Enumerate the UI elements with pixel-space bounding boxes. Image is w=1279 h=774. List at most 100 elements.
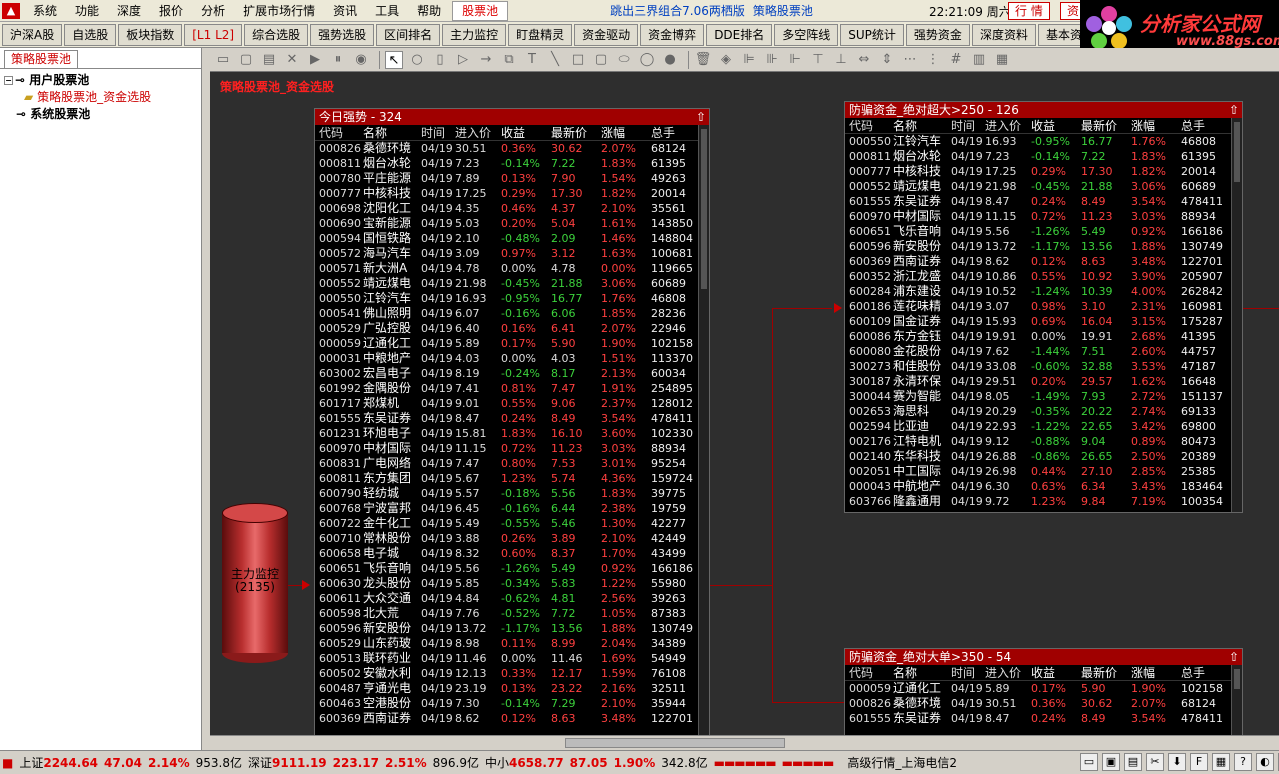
- toolbar-composite-screen[interactable]: 综合选股: [244, 23, 309, 46]
- table-row[interactable]: 600722 金牛化工 04/19 5.49 -0.55% 5.46 1.30% 42277: [315, 516, 709, 531]
- arrow-right-icon[interactable]: →: [477, 51, 495, 69]
- table-row[interactable]: 600611 大众交通 04/19 4.84 -0.62% 4.81 2.56% 39263: [315, 591, 709, 606]
- window-icon[interactable]: ▭: [1080, 753, 1098, 771]
- col-last[interactable]: 最新价: [551, 125, 601, 140]
- collapse-up-icon[interactable]: ⇧: [1229, 649, 1239, 665]
- scroll-thumb[interactable]: [565, 738, 785, 748]
- toolbar-strong-screen[interactable]: 强势选股: [310, 23, 375, 46]
- toolbar-main-monitor[interactable]: 主力监控: [442, 23, 507, 46]
- table-row[interactable]: 601555 东吴证券 04/19 8.47 0.24% 8.49 3.54% 478411: [845, 711, 1242, 726]
- vertical-scrollbar[interactable]: [1231, 118, 1242, 512]
- help-icon[interactable]: ?: [1234, 753, 1252, 771]
- dot-icon[interactable]: ●: [661, 51, 679, 69]
- table-row[interactable]: 000529 广弘控股 04/19 6.40 0.16% 6.41 2.07% 22946: [315, 321, 709, 336]
- table-row[interactable]: 600630 龙头股份 04/19 5.85 -0.34% 5.83 1.22% 55980: [315, 576, 709, 591]
- col-entry[interactable]: 进入价: [985, 118, 1031, 133]
- table-row[interactable]: 600658 电子城 04/19 8.32 0.60% 8.37 1.70% 43499: [315, 546, 709, 561]
- collapse-up-icon[interactable]: ⇧: [696, 109, 706, 125]
- table-row[interactable]: 600651 飞乐音响 04/19 5.56 -1.26% 5.49 0.92% 166186: [845, 224, 1242, 239]
- oval-icon[interactable]: ◯: [638, 51, 656, 69]
- table-row[interactable]: 600463 空港股份 04/19 7.30 -0.14% 7.29 2.10% 35944: [315, 696, 709, 711]
- toolbar-range-rank[interactable]: 区间排名: [376, 23, 441, 46]
- trash-icon[interactable]: 🗑: [694, 51, 712, 69]
- table-row[interactable]: 601555 东吴证券 04/19 8.47 0.24% 8.49 3.54% 478411: [315, 411, 709, 426]
- table-row[interactable]: 000777 中核科技 04/19 17.25 0.29% 17.30 1.82% 20014: [315, 186, 709, 201]
- delete-icon[interactable]: ✕: [283, 51, 301, 69]
- col-change[interactable]: 涨幅: [1131, 665, 1181, 680]
- table-row[interactable]: 601992 金隅股份 04/19 7.41 0.81% 7.47 1.91% 254895: [315, 381, 709, 396]
- table-row[interactable]: 600970 中材国际 04/19 11.15 0.72% 11.23 3.03% 88934: [845, 209, 1242, 224]
- table-row[interactable]: 000811 烟台冰轮 04/19 7.23 -0.14% 7.22 1.83% 61395: [845, 149, 1242, 164]
- text-icon[interactable]: T: [523, 51, 541, 69]
- table-row[interactable]: 600970 中材国际 04/19 11.15 0.72% 11.23 3.03% 88934: [315, 441, 709, 456]
- table-row[interactable]: 600790 轻纺城 04/19 5.57 -0.18% 5.56 1.83% 39775: [315, 486, 709, 501]
- panel-splitter[interactable]: [202, 48, 210, 750]
- paint-icon[interactable]: ◈: [717, 51, 735, 69]
- table-row[interactable]: 600109 国金证券 04/19 15.93 0.69% 16.04 3.15% 17528…: [845, 314, 1242, 329]
- toolbar-watch-spirit[interactable]: 盯盘精灵: [508, 23, 573, 46]
- table-row[interactable]: 000550 江铃汽车 04/19 16.93 -0.95% 16.77 1.76% 4680…: [315, 291, 709, 306]
- table-row[interactable]: 600596 新安股份 04/19 13.72 -1.17% 13.56 1.88% 1307…: [315, 621, 709, 636]
- table-row[interactable]: 601555 东吴证券 04/19 8.47 0.24% 8.49 3.54% 478411: [845, 194, 1242, 209]
- table-row[interactable]: 600831 广电网络 04/19 7.47 0.80% 7.53 3.01% 95254: [315, 456, 709, 471]
- col-last[interactable]: 最新价: [1081, 118, 1131, 133]
- table-row[interactable]: 000059 辽通化工 04/19 5.89 0.17% 5.90 1.90% 102158: [845, 681, 1242, 696]
- open-icon[interactable]: ▢: [237, 51, 255, 69]
- toolbar-strong-fund[interactable]: 强势资金: [905, 23, 970, 46]
- tree-node-system-pool[interactable]: ⊸ 系统股票池: [4, 106, 151, 123]
- stop-icon[interactable]: ◉: [352, 51, 370, 69]
- toolbar-watchlist[interactable]: 自选股: [64, 23, 117, 46]
- col-volume[interactable]: 总手: [1181, 665, 1231, 680]
- sz-name[interactable]: 深证: [248, 754, 272, 771]
- table-row[interactable]: 300187 永清环保 04/19 29.51 0.20% 29.57 1.62% 16648: [845, 374, 1242, 389]
- table-row[interactable]: 002653 海思科 04/19 20.29 -0.35% 20.22 2.74% 69133: [845, 404, 1242, 419]
- tree-node-fund-screen[interactable]: ▰ 策略股票池_资金选股: [4, 89, 151, 106]
- col-change[interactable]: 涨幅: [1131, 118, 1181, 133]
- table-row[interactable]: 000571 新大洲A 04/19 4.78 0.00% 4.78 0.00% 119665: [315, 261, 709, 276]
- align-center-icon[interactable]: ⊪: [763, 51, 781, 69]
- sidebar-tab-strategy-pool[interactable]: 策略股票池: [4, 50, 79, 68]
- palette-icon[interactable]: ◐: [1256, 753, 1274, 771]
- table-row[interactable]: 600487 亨通光电 04/19 23.19 0.13% 23.22 2.16% 32511: [315, 681, 709, 696]
- toolbar-fund-game[interactable]: 资金博弈: [640, 23, 705, 46]
- col-code[interactable]: 代码: [845, 665, 893, 680]
- window-restore-icon[interactable]: ▣: [1102, 753, 1120, 771]
- col-code[interactable]: 代码: [845, 118, 893, 133]
- align-right-icon[interactable]: ⊩: [786, 51, 804, 69]
- toolbar-long-short[interactable]: 多空阵线: [774, 23, 839, 46]
- table-row[interactable]: 000550 江铃汽车 04/19 16.93 -0.95% 16.77 1.76% 4680…: [845, 134, 1242, 149]
- rect-icon[interactable]: □: [569, 51, 587, 69]
- col-time[interactable]: 时间↓: [421, 125, 455, 140]
- table-row[interactable]: 000031 中粮地产 04/19 4.03 0.00% 4.03 1.51% 113370: [315, 351, 709, 366]
- new-icon[interactable]: ▭: [214, 51, 232, 69]
- table-row[interactable]: 300044 赛为智能 04/19 8.05 -1.49% 7.93 2.72% 151137: [845, 389, 1242, 404]
- table-row[interactable]: 002176 江特电机 04/19 9.12 -0.88% 9.04 0.89% 80473: [845, 434, 1242, 449]
- table-row[interactable]: 600369 西南证券 04/19 8.62 0.12% 8.63 3.48% 122701: [315, 711, 709, 726]
- table-row[interactable]: 600651 飞乐音响 04/19 5.56 -1.26% 5.49 0.92% 166186: [315, 561, 709, 576]
- rounded-rect-icon[interactable]: ▢: [592, 51, 610, 69]
- same-height-icon[interactable]: ⇕: [878, 51, 896, 69]
- tools-icon[interactable]: ✂: [1146, 753, 1164, 771]
- col-time[interactable]: 时间↓: [951, 665, 985, 680]
- table-row[interactable]: 002594 比亚迪 04/19 22.93 -1.22% 22.65 3.42% 69800: [845, 419, 1242, 434]
- copy-icon[interactable]: ⧉: [500, 51, 518, 69]
- table-row[interactable]: 000690 宝新能源 04/19 5.03 0.20% 5.04 1.61% 143850: [315, 216, 709, 231]
- table-row[interactable]: 300273 和佳股份 04/19 33.08 -0.60% 32.88 3.53% 4718…: [845, 359, 1242, 374]
- menu-item-quote[interactable]: 报价: [150, 0, 192, 22]
- table-row[interactable]: 000826 桑德环境 04/19 30.51 0.36% 30.62 2.07% 68124: [845, 696, 1242, 711]
- table-row[interactable]: 000552 靖远煤电 04/19 21.98 -0.45% 21.88 3.06% 6068…: [845, 179, 1242, 194]
- table-row[interactable]: 000826 桑德环境 04/19 30.51 0.36% 30.62 2.07% 68124: [315, 141, 709, 156]
- same-width-icon[interactable]: ⇔: [855, 51, 873, 69]
- grid-icon[interactable]: #: [947, 51, 965, 69]
- table-row[interactable]: 600529 山东药玻 04/19 8.98 0.11% 8.99 2.04% 34389: [315, 636, 709, 651]
- table-row[interactable]: 600284 浦东建设 04/19 10.52 -1.24% 10.39 4.00% 2628…: [845, 284, 1242, 299]
- table-row[interactable]: 601231 环旭电子 04/19 15.81 1.83% 16.10 3.60% 10233…: [315, 426, 709, 441]
- panel-today-strong[interactable]: 今日强势 - 324 ⇧ 代码 名称 时间↓ 进入价 收益 最新价 涨幅 总手 …: [314, 108, 710, 736]
- table-row[interactable]: 600598 北大荒 04/19 7.76 -0.52% 7.72 1.05% 87383: [315, 606, 709, 621]
- space-h-icon[interactable]: ⋯: [901, 51, 919, 69]
- collapse-icon[interactable]: −: [4, 76, 13, 85]
- col-entry[interactable]: 进入价: [985, 665, 1031, 680]
- panel-super-large[interactable]: 防骗资金_绝对超大>250 - 126 ⇧ 代码 名称 时间↓ 进入价 收益 最…: [844, 101, 1243, 513]
- table-row[interactable]: 000059 辽通化工 04/19 5.89 0.17% 5.90 1.90% 102158: [315, 336, 709, 351]
- menu-item-analysis[interactable]: 分析: [192, 0, 234, 22]
